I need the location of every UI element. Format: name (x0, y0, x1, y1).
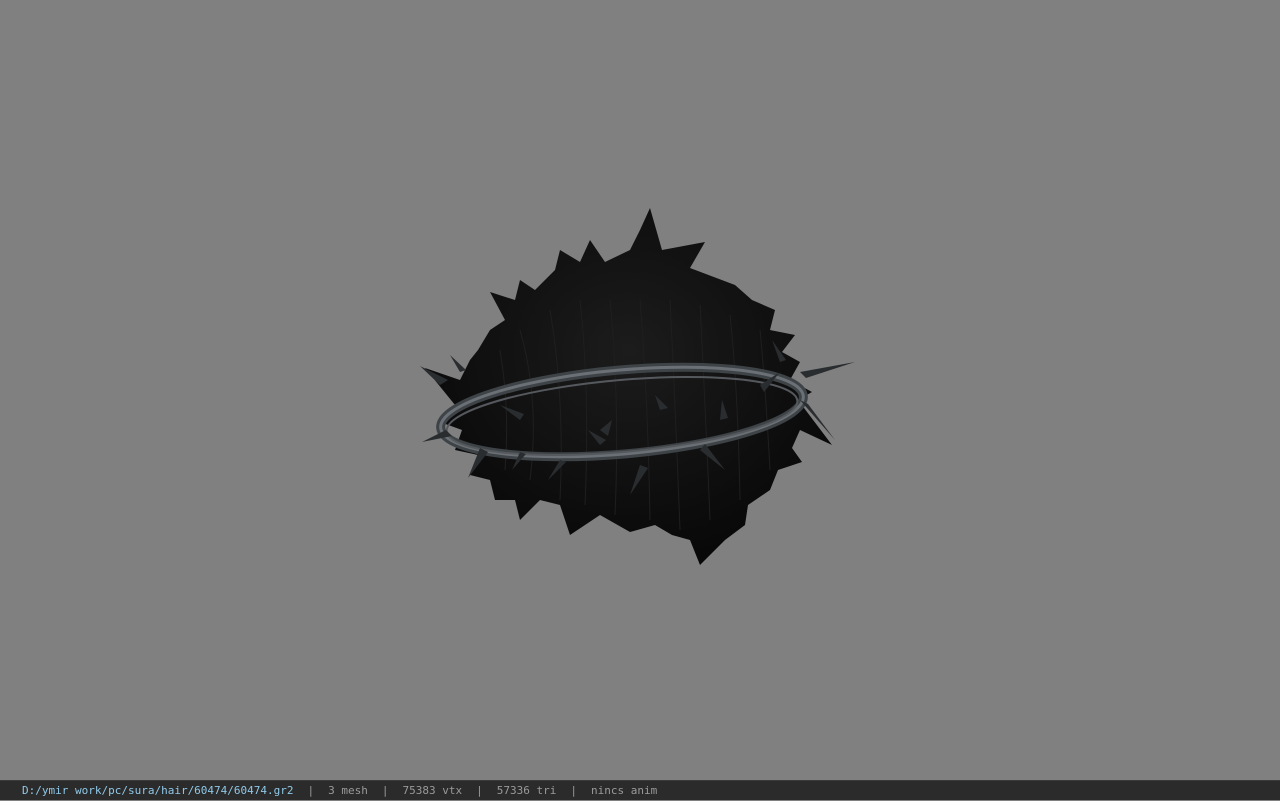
separator: | (381, 783, 389, 797)
triangle-count: 57336 tri (496, 783, 557, 797)
hair-mesh (425, 208, 832, 565)
vertex-count: 75383 vtx (402, 783, 463, 797)
separator: | (570, 783, 577, 797)
separator: | (307, 783, 315, 797)
anim-status: nincs anim (591, 783, 658, 797)
hair-model-render[interactable] (0, 0, 1280, 780)
file-path: D:/ymir work/pc/sura/hair/60474/60474.gr… (22, 783, 294, 797)
mesh-count: 3 mesh (328, 783, 368, 797)
status-bar: D:/ymir work/pc/sura/hair/60474/60474.gr… (0, 780, 1280, 800)
separator: | (476, 783, 483, 797)
3d-viewport[interactable] (0, 0, 1280, 780)
